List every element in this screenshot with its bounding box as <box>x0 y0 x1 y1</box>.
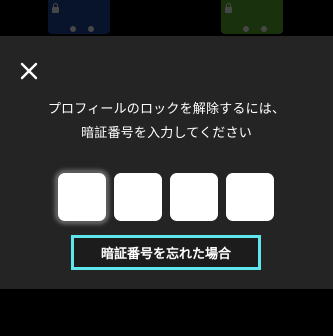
profile-tile-1 <box>48 0 110 34</box>
pin-prompt: プロフィールのロックを解除するには、 暗証番号を入力してください <box>0 98 333 146</box>
dot-icon <box>88 26 94 32</box>
pin-dialog: プロフィールのロックを解除するには、 暗証番号を入力してください 暗証番号を忘れ… <box>0 36 333 289</box>
pin-input-row <box>58 173 278 225</box>
forgot-pin-button[interactable]: 暗証番号を忘れた場合 <box>71 235 261 270</box>
profile-lock-screen: プロフィールのロックを解除するには、 暗証番号を入力してください 暗証番号を忘れ… <box>0 0 333 336</box>
prompt-line-1: プロフィールのロックを解除するには、 <box>47 102 286 117</box>
dot-icon <box>70 26 76 32</box>
pin-digit-3[interactable] <box>170 173 218 221</box>
close-button[interactable] <box>18 60 40 82</box>
close-icon <box>20 62 38 80</box>
pin-digit-2[interactable] <box>114 173 162 221</box>
pin-digit-4[interactable] <box>226 173 274 221</box>
profile-tile-2 <box>221 0 283 34</box>
prompt-line-2: 暗証番号を入力してください <box>81 126 252 141</box>
pin-digit-1[interactable] <box>58 173 106 221</box>
lock-icon <box>52 3 59 13</box>
dot-icon <box>261 26 267 32</box>
dot-icon <box>243 26 249 32</box>
lock-icon <box>225 3 232 13</box>
